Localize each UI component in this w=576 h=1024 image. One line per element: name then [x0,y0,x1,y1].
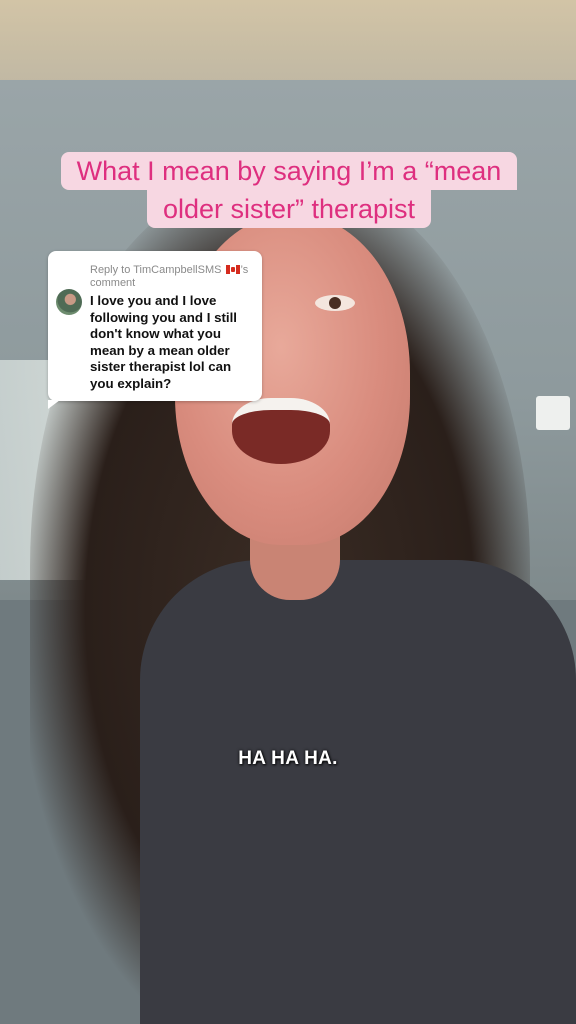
subtitle-caption: HA HA HA. [238,748,338,769]
canada-flag-icon [225,265,240,274]
commenter-avatar [56,289,82,315]
ceiling [0,0,576,90]
person-shirt [140,560,576,1024]
reply-header: Reply to TimCampbellSMS ’s comment [90,264,258,290]
overlay-title-line-2: older sister” therapist [146,190,432,228]
comment-text: I love you and I love following you and … [90,293,237,391]
overlay-title-line-1: What I mean by saying I’m a “mean [60,152,518,190]
person-eye [315,295,355,311]
video-frame[interactable]: What I mean by saying I’m a “mean older … [0,0,576,1024]
overlay-title: What I mean by saying I’m a “mean older … [48,152,530,228]
commenter-username[interactable]: TimCampbellSMS [133,264,221,276]
reply-comment-card[interactable]: Reply to TimCampbellSMS ’s comment I lov… [48,251,262,409]
person-mouth [232,398,330,464]
lamp [536,396,570,430]
reply-prefix: Reply to [90,264,131,276]
